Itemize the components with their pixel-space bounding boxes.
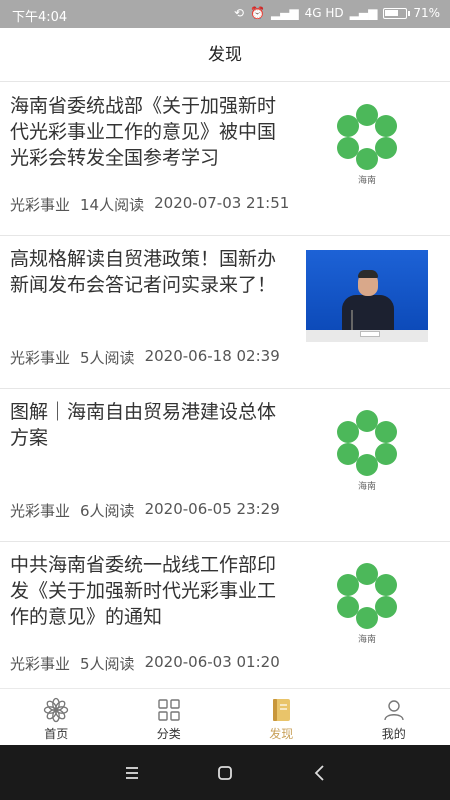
battery-icon [383,7,411,19]
article-source: 光彩事业 [10,349,71,367]
hainan-logo-icon: 海南 [337,563,397,645]
page-title: 发现 [208,45,242,65]
back-icon[interactable] [306,759,334,787]
article-reads: 6人阅读 [80,502,135,520]
nav-label-category: 分类 [156,727,181,741]
article-title: 高规格解读自贸港政策！国新办新闻发布会答记者问实录来了！ [10,248,277,296]
book-icon [273,699,291,721]
status-time: 下午4:04 [12,10,68,25]
article-card[interactable]: 图解｜海南自由贸易港建设总体方案 海南 光彩事业 6人阅读 2020-06-05… [0,389,450,542]
article-title: 图解｜海南自由贸易港建设总体方案 [10,401,277,449]
article-meta: 光彩事业 6人阅读 2020-06-05 23:29 [10,500,280,521]
nav-category[interactable]: 分类 [113,689,226,745]
article-meta: 光彩事业 5人阅读 2020-06-03 01:20 [10,653,280,674]
status-bar: 下午4:04 ⟲ ⏰ ▂▄▆ 4G HD ▂▄▆ 71% [0,0,450,28]
article-meta: 光彩事业 5人阅读 2020-06-18 02:39 [10,347,280,368]
article-card[interactable]: 中共海南省委统一战线工作部印发《关于加强新时代光彩事业工作的意见》的通知 海南 … [0,542,450,688]
article-reads: 5人阅读 [80,349,135,367]
article-date: 2020-07-03 21:51 [154,194,290,212]
article-card[interactable]: 海南省委统战部《关于加强新时代光彩事业工作的意见》被中国光彩会转发全国参考学习 … [0,83,450,236]
person-icon [384,700,404,721]
article-meta: 光彩事业 14人阅读 2020-07-03 21:51 [10,194,289,215]
nav-profile[interactable]: 我的 [338,689,450,745]
logo-text: 海南 [358,480,376,492]
article-reads: 5人阅读 [80,655,135,673]
bottom-nav: 首页 分类 发现 我的 [0,688,450,745]
nav-label-home: 首页 [44,727,69,741]
press-conference-photo [306,250,428,342]
home-button-icon[interactable] [211,759,239,787]
system-nav-bar [0,745,450,800]
hainan-logo-icon: 海南 [337,104,397,186]
article-title: 海南省委统战部《关于加强新时代光彩事业工作的意见》被中国光彩会转发全国参考学习 [10,95,277,169]
article-source: 光彩事业 [10,655,71,673]
signal-icon-2: ▂▄▆ [349,6,378,20]
sync-off-icon: ⟲ [233,6,244,20]
article-title: 中共海南省委统一战线工作部印发《关于加强新时代光彩事业工作的意见》的通知 [10,554,277,628]
nav-label-discover: 发现 [269,727,294,741]
article-feed[interactable]: 海南省委统战部《关于加强新时代光彩事业工作的意见》被中国光彩会转发全国参考学习 … [0,83,450,688]
grid-icon [158,699,180,721]
logo-text: 海南 [358,633,376,645]
battery-percent: 71% [413,6,440,20]
title-bar: 发现 [0,28,450,82]
hainan-logo-thumbnail: 海南 [306,97,428,189]
network-label: 4G HD [304,6,344,20]
logo-text: 海南 [358,174,376,186]
article-reads: 14人阅读 [80,196,145,214]
menu-icon[interactable] [118,759,146,787]
article-source: 光彩事业 [10,196,71,214]
nav-label-profile: 我的 [381,727,406,741]
article-date: 2020-06-05 23:29 [144,500,280,518]
alarm-icon: ⏰ [249,6,265,20]
article-date: 2020-06-18 02:39 [144,347,280,365]
battery-fill [385,9,399,16]
signal-icon: ▂▄▆ [270,6,299,20]
status-icons: ⟲ ⏰ ▂▄▆ 4G HD ▂▄▆ 71% [234,6,440,20]
hainan-logo-thumbnail: 海南 [306,403,428,495]
flower-icon [44,697,69,723]
article-source: 光彩事业 [10,502,71,520]
nav-home[interactable]: 首页 [0,689,113,745]
article-date: 2020-06-03 01:20 [144,653,280,671]
hainan-logo-icon: 海南 [337,410,397,492]
article-card[interactable]: 高规格解读自贸港政策！国新办新闻发布会答记者问实录来了！ 光彩事业 5人阅读 2… [0,236,450,389]
hainan-logo-thumbnail: 海南 [306,556,428,648]
nav-discover[interactable]: 发现 [225,689,338,745]
